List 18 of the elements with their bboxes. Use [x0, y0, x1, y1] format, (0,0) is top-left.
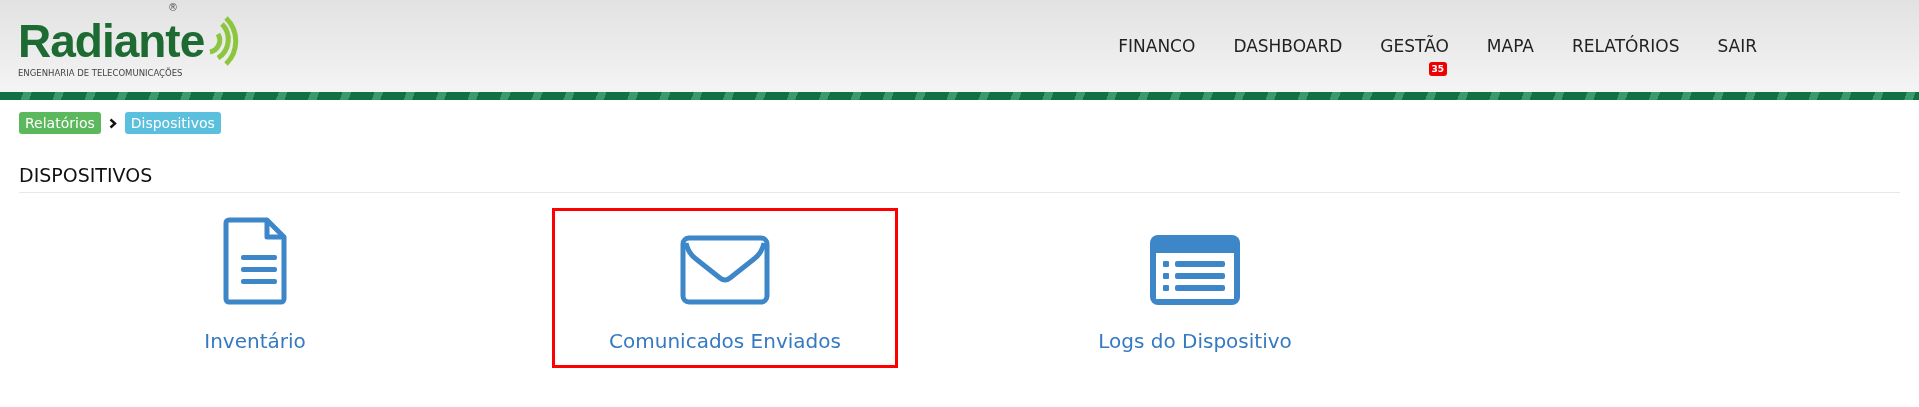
envelope-icon — [680, 235, 770, 305]
nav-link[interactable]: GESTÃO — [1361, 36, 1468, 56]
nav-link[interactable]: MAPA — [1467, 36, 1553, 56]
device-menu-card[interactable]: Comunicados Enviados — [552, 208, 898, 368]
chevron-icon — [108, 117, 117, 129]
nav-link[interactable]: DASHBOARD — [1214, 36, 1362, 56]
nav-link[interactable]: RELATÓRIOS — [1552, 36, 1699, 56]
registered-mark: ® — [168, 2, 178, 13]
device-menu-card[interactable]: Logs do Dispositivo — [1022, 208, 1368, 368]
nav-link[interactable]: SAIR — [1698, 36, 1776, 56]
section-heading: DISPOSITIVOS — [19, 164, 1900, 193]
list-window-icon — [1150, 235, 1240, 305]
device-menu-card[interactable]: Inventário — [82, 208, 428, 368]
document-icon — [223, 217, 287, 305]
nav-link[interactable]: FINANCO — [1099, 36, 1215, 56]
notification-count: 35 — [1428, 62, 1448, 76]
logo-text: Radiante — [18, 18, 205, 64]
logo-tagline: ENGENHARIA DE TELECOMUNICAÇÕES — [18, 68, 184, 78]
